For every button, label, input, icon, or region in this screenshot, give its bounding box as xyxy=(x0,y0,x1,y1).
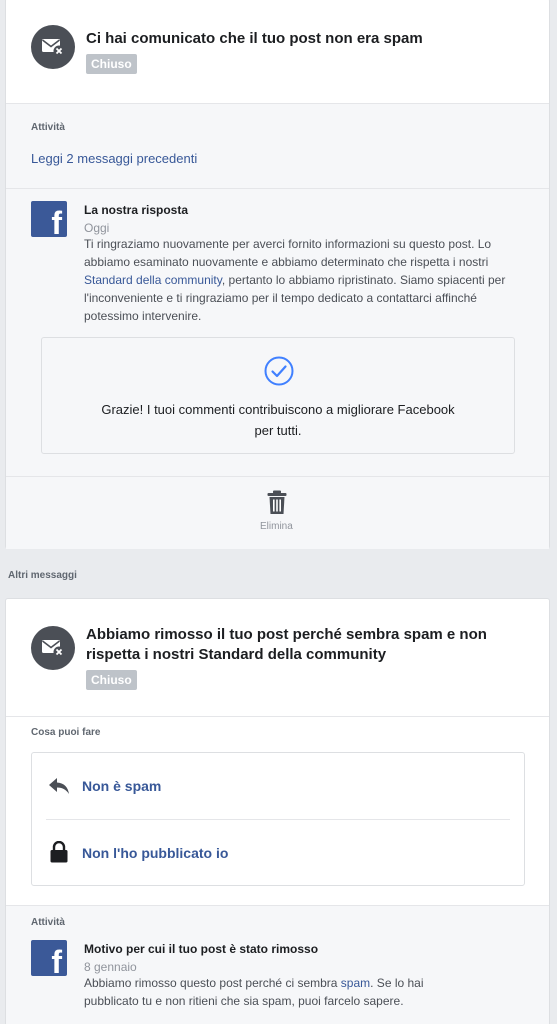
reply-section: f La nostra risposta Oggi Ti ringraziamo… xyxy=(6,189,549,476)
trash-icon[interactable] xyxy=(267,490,287,515)
reason-date: 8 gennaio xyxy=(84,960,137,974)
activity-label: Attività xyxy=(31,122,65,133)
activity-section: Attività Leggi 2 messaggi precedenti xyxy=(6,104,549,188)
envelope-blocked-icon xyxy=(31,25,75,69)
envelope-blocked-icon xyxy=(31,626,75,670)
read-previous-messages-link[interactable]: Leggi 2 messaggi precedenti xyxy=(31,151,197,166)
reply-body: Ti ringraziamo nuovamente per averci for… xyxy=(84,237,506,323)
not-posted-by-me-button[interactable]: Non l'ho pubblicato io xyxy=(32,820,524,886)
thanks-message: Grazie! I tuoi commenti contribuiscono a… xyxy=(101,402,455,438)
thanks-box: Grazie! I tuoi commenti contribuiscono a… xyxy=(41,337,515,454)
divider xyxy=(6,716,549,717)
reason-body: Abbiamo rimosso questo post perché ci se… xyxy=(84,976,424,1008)
removed-post-title-line2: rispetta i nostri Standard della communi… xyxy=(86,646,387,663)
delete-section: Elimina xyxy=(6,477,549,549)
not-spam-button[interactable]: Non è spam xyxy=(32,753,524,819)
other-messages-label: Altri messaggi xyxy=(8,570,77,581)
what-you-can-do-label: Cosa puoi fare xyxy=(31,727,101,738)
status-badge: Chiuso xyxy=(86,54,137,74)
check-circle-icon xyxy=(264,356,294,386)
reply-date: Oggi xyxy=(84,221,110,235)
facebook-logo-icon: f xyxy=(31,940,67,980)
facebook-logo-icon: f xyxy=(31,201,67,241)
delete-label[interactable]: Elimina xyxy=(260,521,293,532)
status-badge: Chiuso xyxy=(86,670,137,690)
actions-box: Non è spam Non l'ho pubblicato io xyxy=(31,752,525,886)
not-spam-label: Non è spam xyxy=(82,778,162,794)
activity-label: Attività xyxy=(31,917,65,928)
not-posted-by-me-label: Non l'ho pubblicato io xyxy=(82,845,229,861)
resolved-report-card: Ci hai comunicato che il tuo post non er… xyxy=(5,0,550,549)
lock-icon xyxy=(50,841,68,863)
reply-icon xyxy=(49,778,69,794)
report-title: Ci hai comunicato che il tuo post non er… xyxy=(86,30,423,47)
reply-title: La nostra risposta xyxy=(84,203,189,217)
reason-title: Motivo per cui il tuo post è stato rimos… xyxy=(84,942,319,956)
activity-section: Attività f Motivo per cui il tuo post è … xyxy=(6,906,549,1024)
community-standards-link[interactable]: Standard della community xyxy=(84,273,222,287)
removed-post-card: Abbiamo rimosso il tuo post perché sembr… xyxy=(5,598,550,1024)
removed-post-title-line1: Abbiamo rimosso il tuo post perché sembr… xyxy=(86,626,487,643)
spam-link[interactable]: spam xyxy=(341,976,370,990)
